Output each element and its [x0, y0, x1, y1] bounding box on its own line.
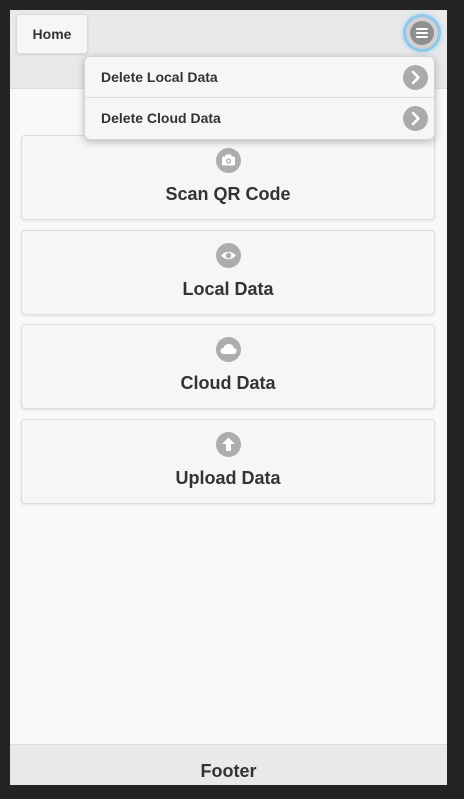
chevron-right-icon	[403, 106, 428, 131]
app-page: Home Delete Local Data Delete Cloud Data	[10, 10, 447, 785]
delete-local-data-label: Delete Local Data	[101, 69, 218, 85]
menu-icon	[410, 21, 434, 45]
eye-icon	[216, 243, 241, 268]
camera-icon	[216, 148, 241, 173]
footer-bar: Footer	[10, 744, 447, 785]
cloud-icon	[216, 337, 241, 362]
scan-qr-code-button[interactable]: Scan QR Code	[21, 135, 435, 220]
home-button[interactable]: Home	[16, 14, 88, 54]
options-popup-menu: Delete Local Data Delete Cloud Data	[84, 56, 435, 140]
local-data-label: Local Data	[182, 279, 274, 299]
upload-data-label: Upload Data	[175, 468, 281, 488]
arrow-up-icon	[216, 432, 241, 457]
menu-button[interactable]	[406, 17, 438, 49]
upload-data-button[interactable]: Upload Data	[21, 419, 435, 504]
delete-cloud-data-item[interactable]: Delete Cloud Data	[85, 98, 434, 138]
delete-cloud-data-label: Delete Cloud Data	[101, 110, 221, 126]
chevron-right-icon	[403, 65, 428, 90]
cloud-data-button[interactable]: Cloud Data	[21, 324, 435, 409]
footer-title: Footer	[200, 761, 257, 781]
cloud-data-label: Cloud Data	[180, 373, 276, 393]
delete-local-data-item[interactable]: Delete Local Data	[85, 57, 434, 97]
scan-qr-code-label: Scan QR Code	[165, 184, 291, 204]
local-data-button[interactable]: Local Data	[21, 230, 435, 315]
